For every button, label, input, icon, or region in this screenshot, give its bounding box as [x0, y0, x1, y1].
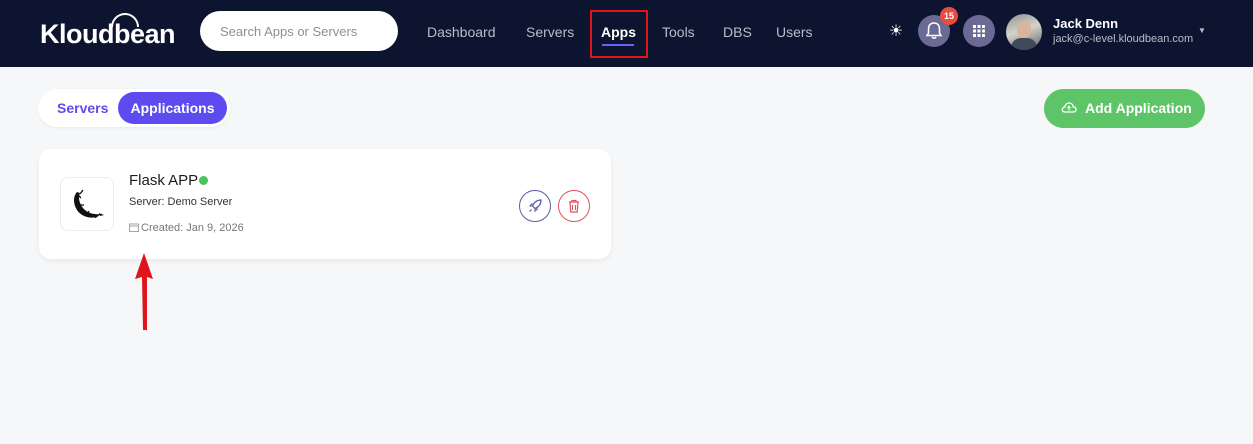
logo-cloud-icon [111, 13, 139, 27]
nav-users[interactable]: Users [776, 24, 813, 40]
kloudbean-logo[interactable]: Kloudbean [40, 13, 176, 50]
app-created-date: Created: Jan 9, 2026 [141, 222, 244, 234]
top-navbar: Kloudbean Dashboard Servers Apps Tools D… [0, 0, 1253, 67]
add-application-label: Add Application [1085, 100, 1192, 116]
user-email[interactable]: jack@c-level.kloudbean.com [1053, 33, 1193, 45]
app-server: Server: Demo Server [129, 196, 233, 208]
avatar-face [1017, 21, 1031, 38]
search-input[interactable] [200, 11, 398, 51]
nav-apps[interactable]: Apps [601, 24, 636, 40]
delete-button[interactable] [558, 190, 590, 222]
app-name[interactable]: Flask APP [129, 172, 198, 189]
avatar-shirt [1011, 38, 1037, 50]
nav-tools[interactable]: Tools [662, 24, 695, 40]
cloud-upload-icon [1061, 102, 1077, 113]
nav-dbs[interactable]: DBS [723, 24, 752, 40]
user-name[interactable]: Jack Denn [1053, 16, 1118, 31]
app-logo [60, 177, 114, 231]
annotation-arrow-icon [135, 253, 153, 330]
sun-icon[interactable]: ☀ [887, 23, 905, 41]
rocket-icon [528, 199, 542, 213]
nav-dashboard[interactable]: Dashboard [427, 24, 496, 40]
notification-count-badge: 15 [940, 7, 958, 25]
chevron-down-icon[interactable]: ▼ [1198, 26, 1206, 35]
calendar-icon [129, 223, 139, 232]
grid-icon [973, 25, 985, 37]
add-application-button[interactable]: Add Application [1044, 89, 1205, 128]
nav-apps-highlight[interactable]: Apps [590, 10, 648, 58]
apps-menu-button[interactable] [963, 15, 995, 47]
logo-text: Kloudbean [40, 19, 176, 49]
deploy-button[interactable] [519, 190, 551, 222]
status-indicator [199, 176, 208, 185]
toggle-servers[interactable]: Servers [57, 100, 108, 116]
nav-servers[interactable]: Servers [526, 24, 574, 40]
app-card[interactable]: Flask APP Server: Demo Server Created: J… [39, 149, 611, 259]
toggle-applications[interactable]: Applications [118, 92, 227, 124]
flask-logo-icon [74, 189, 104, 219]
view-toggle: Servers Applications [38, 89, 230, 127]
nav-active-underline [602, 44, 634, 46]
avatar[interactable] [1006, 14, 1042, 50]
trash-icon [569, 199, 579, 213]
